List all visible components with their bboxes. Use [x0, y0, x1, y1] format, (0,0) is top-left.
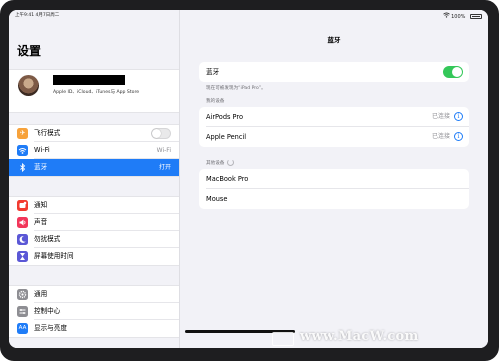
sidebar-group-notifications: 通知 声音 勿扰模式 屏幕使用时间: [9, 196, 179, 266]
control-center-icon: [17, 306, 28, 317]
bluetooth-value: 打开: [158, 164, 171, 171]
bluetooth-toggle-card: 蓝牙: [199, 62, 469, 82]
other-devices-label: 其他设备: [206, 161, 225, 166]
sidebar-item-airplane-mode[interactable]: ✈ 飞行模式: [9, 125, 179, 142]
sidebar-item-sound[interactable]: 声音: [9, 214, 179, 231]
sidebar-item-label: 声音: [34, 218, 48, 226]
my-devices-card: AirPods Pro 已连接 i Apple Pencil 已连接 i: [199, 107, 469, 147]
moon-icon: [17, 234, 28, 245]
sidebar-item-label: 显示与亮度: [34, 324, 67, 332]
airplane-icon: ✈: [17, 128, 28, 139]
profile-subtitle: Apple ID、iCloud、iTunes与 App Store: [53, 90, 140, 95]
other-devices-card: MacBook Pro Mouse: [199, 169, 469, 209]
device-name: MacBook Pro: [206, 175, 249, 183]
battery-percent: 100%: [451, 14, 466, 20]
loading-spinner-icon: [227, 159, 235, 166]
bluetooth-toggle[interactable]: [443, 66, 463, 78]
apple-id-profile[interactable]: Apple ID、iCloud、iTunes与 App Store: [9, 69, 179, 113]
sidebar-item-label: 通用: [34, 290, 48, 298]
device-name: Mouse: [206, 195, 228, 203]
airplane-mode-toggle[interactable]: [151, 128, 171, 139]
sidebar-item-screen-time[interactable]: 屏幕使用时间: [9, 248, 179, 265]
status-wifi-icon: [442, 12, 450, 20]
watermark-logo: [272, 332, 294, 346]
bluetooth-label: 蓝牙: [206, 68, 220, 76]
info-icon[interactable]: i: [454, 112, 463, 121]
sidebar-item-label: 勿扰模式: [34, 235, 61, 243]
sidebar-item-do-not-disturb[interactable]: 勿扰模式: [9, 231, 179, 248]
device-name: AirPods Pro: [206, 113, 244, 121]
wifi-icon: [17, 145, 28, 156]
my-devices-header: 我的设备: [206, 99, 225, 104]
page-title: 蓝牙: [327, 36, 341, 44]
gear-icon: [17, 289, 28, 300]
display-icon: AA: [17, 323, 28, 334]
info-icon[interactable]: i: [454, 132, 463, 141]
battery-icon: [470, 14, 482, 19]
device-row-macbook-pro[interactable]: MacBook Pro: [199, 169, 469, 189]
stage: 上午9:41 4月7日周二 设置 Apple ID、iCloud、iTunes与…: [0, 0, 499, 361]
status-time-date: 上午9:41 4月7日周二: [15, 13, 60, 18]
sidebar-item-display-brightness[interactable]: AA 显示与亮度: [9, 320, 179, 337]
sidebar-item-wifi[interactable]: Wi-Fi Wi-Fi: [9, 142, 179, 159]
sidebar-item-label: 控制中心: [34, 307, 61, 315]
avatar: [18, 75, 39, 96]
sidebar-item-label: Wi-Fi: [34, 146, 50, 154]
settings-sidebar: 上午9:41 4月7日周二 设置 Apple ID、iCloud、iTunes与…: [9, 10, 180, 348]
discoverable-note: 现在可被发现为“iPad Pro”。: [206, 86, 266, 91]
device-row-apple-pencil[interactable]: Apple Pencil 已连接 i: [199, 127, 469, 147]
status-right: 100%: [442, 12, 482, 20]
sidebar-item-notifications[interactable]: 通知: [9, 197, 179, 214]
sidebar-item-control-center[interactable]: 控制中心: [9, 303, 179, 320]
sound-icon: [17, 217, 28, 228]
sidebar-group-general: 通用 控制中心 AA 显示与亮度: [9, 285, 179, 338]
sidebar-item-general[interactable]: 通用: [9, 286, 179, 303]
bluetooth-icon: [17, 162, 28, 173]
bluetooth-pane: 100% 蓝牙 蓝牙 现在可被发现为“iPad Pro”。 我的设备 AirPo…: [180, 10, 488, 348]
other-devices-header: 其他设备: [206, 159, 235, 166]
device-name: Apple Pencil: [206, 133, 247, 141]
sidebar-group-connectivity: ✈ 飞行模式 Wi-Fi Wi-Fi 蓝牙 打开: [9, 124, 179, 177]
device-status: 已连接: [431, 113, 450, 120]
sidebar-title: 设置: [17, 44, 42, 58]
device-row-airpods-pro[interactable]: AirPods Pro 已连接 i: [199, 107, 469, 127]
wifi-value: Wi-Fi: [156, 147, 171, 154]
bluetooth-row: 蓝牙: [199, 62, 469, 82]
device-status: 已连接: [431, 133, 450, 140]
device-row-mouse[interactable]: Mouse: [199, 189, 469, 209]
watermark-text: www.MacW.com: [300, 329, 419, 344]
hourglass-icon: [17, 251, 28, 262]
ipad-screen: 上午9:41 4月7日周二 设置 Apple ID、iCloud、iTunes与…: [9, 10, 488, 348]
notifications-icon: [17, 200, 28, 211]
sidebar-item-label: 飞行模式: [34, 129, 61, 137]
sidebar-item-label: 蓝牙: [34, 163, 48, 171]
sidebar-item-bluetooth[interactable]: 蓝牙 打开: [9, 159, 179, 176]
sidebar-item-label: 屏幕使用时间: [34, 252, 74, 260]
redacted-name: [53, 75, 125, 85]
sidebar-item-label: 通知: [34, 201, 48, 209]
